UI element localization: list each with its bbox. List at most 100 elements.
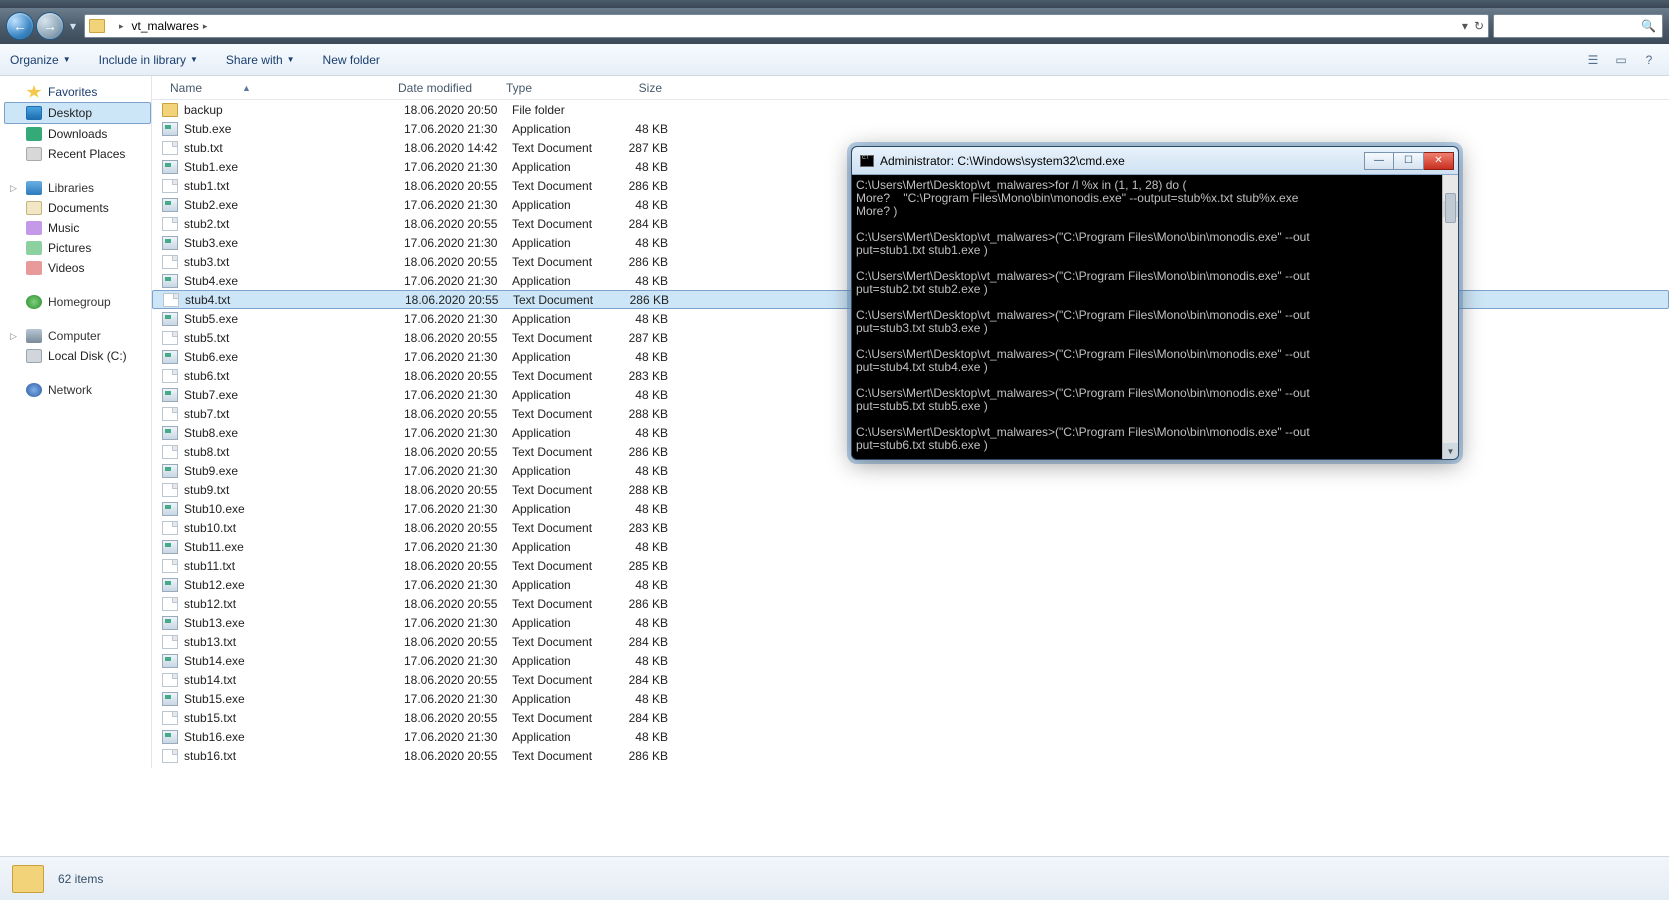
sidebar-item-recent-places[interactable]: Recent Places xyxy=(4,144,151,164)
col-name-label: Name xyxy=(170,81,202,95)
address-dropdown-icon[interactable]: ▾ xyxy=(1462,19,1468,33)
file-row[interactable]: backup18.06.2020 20:50File folder xyxy=(152,100,1669,119)
scroll-down-icon[interactable]: ▼ xyxy=(1443,443,1458,459)
txt-icon xyxy=(162,635,178,649)
nav-history-dropdown[interactable]: ▾ xyxy=(66,16,80,36)
txt-icon xyxy=(162,559,178,573)
minimize-button[interactable]: — xyxy=(1364,152,1394,170)
include-label: Include in library xyxy=(99,53,186,67)
file-date: 18.06.2020 20:55 xyxy=(396,217,504,231)
organize-button[interactable]: Organize▼ xyxy=(10,53,71,67)
sidebar-libraries-header[interactable]: ▷Libraries xyxy=(4,178,151,198)
cmd-title-text: Administrator: C:\Windows\system32\cmd.e… xyxy=(880,154,1125,168)
col-size[interactable]: Size xyxy=(606,81,670,95)
file-row[interactable]: stub9.txt18.06.2020 20:55Text Document28… xyxy=(152,480,1669,499)
file-row[interactable]: Stub12.exe17.06.2020 21:30Application48 … xyxy=(152,575,1669,594)
file-row[interactable]: Stub14.exe17.06.2020 21:30Application48 … xyxy=(152,651,1669,670)
sidebar-homegroup-header[interactable]: Homegroup xyxy=(4,292,151,312)
disk-icon xyxy=(26,349,42,363)
sidebar-item-videos[interactable]: Videos xyxy=(4,258,151,278)
file-type: File folder xyxy=(504,103,612,117)
file-type: Application xyxy=(504,198,612,212)
txt-icon xyxy=(162,483,178,497)
file-row[interactable]: stub10.txt18.06.2020 20:55Text Document2… xyxy=(152,518,1669,537)
file-size: 48 KB xyxy=(612,160,676,174)
refresh-icon[interactable]: ↻ xyxy=(1474,19,1484,33)
sidebar-item-local-disk[interactable]: Local Disk (C:) xyxy=(4,346,151,366)
file-size: 286 KB xyxy=(613,293,677,307)
back-button[interactable]: ← xyxy=(6,12,34,40)
file-row[interactable]: stub16.txt18.06.2020 20:55Text Document2… xyxy=(152,746,1669,765)
file-size: 48 KB xyxy=(612,616,676,630)
col-type[interactable]: Type xyxy=(498,81,606,95)
file-row[interactable]: Stub15.exe17.06.2020 21:30Application48 … xyxy=(152,689,1669,708)
cmd-scrollbar[interactable]: ▲ ▼ xyxy=(1442,175,1458,459)
file-size: 287 KB xyxy=(612,331,676,345)
dropdown-icon: ▼ xyxy=(190,55,198,64)
sidebar-item-pictures[interactable]: Pictures xyxy=(4,238,151,258)
file-type: Text Document xyxy=(504,673,612,687)
file-name: Stub9.exe xyxy=(184,464,396,478)
sidebar-item-music[interactable]: Music xyxy=(4,218,151,238)
file-size: 286 KB xyxy=(612,749,676,763)
desktop-icon xyxy=(26,106,42,120)
file-row[interactable]: stub11.txt18.06.2020 20:55Text Document2… xyxy=(152,556,1669,575)
file-size: 283 KB xyxy=(612,521,676,535)
file-name: Stub7.exe xyxy=(184,388,396,402)
exe-icon xyxy=(162,540,178,554)
file-size: 48 KB xyxy=(612,236,676,250)
cmd-window[interactable]: Administrator: C:\Windows\system32\cmd.e… xyxy=(851,146,1459,460)
file-size: 288 KB xyxy=(612,483,676,497)
preview-pane-icon[interactable]: ▭ xyxy=(1611,53,1631,67)
file-type: Application xyxy=(504,236,612,250)
exe-icon xyxy=(162,198,178,212)
maximize-button[interactable]: ☐ xyxy=(1394,152,1424,170)
new-folder-button[interactable]: New folder xyxy=(323,53,380,67)
file-name: stub8.txt xyxy=(184,445,396,459)
file-row[interactable]: Stub10.exe17.06.2020 21:30Application48 … xyxy=(152,499,1669,518)
close-button[interactable]: ✕ xyxy=(1424,152,1454,170)
breadcrumb-root[interactable]: ▸ xyxy=(111,15,128,37)
col-date[interactable]: Date modified xyxy=(390,81,498,95)
downloads-icon xyxy=(26,127,42,141)
file-date: 18.06.2020 20:55 xyxy=(396,407,504,421)
file-row[interactable]: Stub13.exe17.06.2020 21:30Application48 … xyxy=(152,613,1669,632)
search-box[interactable]: 🔍 xyxy=(1493,14,1663,38)
sidebar-item-downloads[interactable]: Downloads xyxy=(4,124,151,144)
sidebar-item-label: Local Disk (C:) xyxy=(48,349,127,363)
sidebar-item-label: Music xyxy=(48,221,79,235)
file-row[interactable]: Stub9.exe17.06.2020 21:30Application48 K… xyxy=(152,461,1669,480)
file-date: 17.06.2020 21:30 xyxy=(396,654,504,668)
col-name[interactable]: Name▲ xyxy=(162,81,390,95)
sidebar-computer-header[interactable]: ▷Computer xyxy=(4,326,151,346)
sidebar-favorites-header[interactable]: Favorites xyxy=(4,82,151,102)
sidebar-network-header[interactable]: Network xyxy=(4,380,151,400)
file-row[interactable]: stub15.txt18.06.2020 20:55Text Document2… xyxy=(152,708,1669,727)
file-name: Stub4.exe xyxy=(184,274,396,288)
file-date: 17.06.2020 21:30 xyxy=(396,540,504,554)
file-row[interactable]: Stub16.exe17.06.2020 21:30Application48 … xyxy=(152,727,1669,746)
scroll-thumb[interactable] xyxy=(1445,193,1456,223)
address-bar[interactable]: ▸ vt_malwares▸ ▾ ↻ xyxy=(84,14,1489,38)
sidebar-item-desktop[interactable]: Desktop xyxy=(4,102,151,124)
help-icon[interactable]: ? xyxy=(1639,53,1659,67)
view-options-icon[interactable]: ☰ xyxy=(1583,53,1603,67)
file-row[interactable]: Stub11.exe17.06.2020 21:30Application48 … xyxy=(152,537,1669,556)
share-with-button[interactable]: Share with▼ xyxy=(226,53,295,67)
include-in-library-button[interactable]: Include in library ▼ xyxy=(99,53,198,67)
cmd-output[interactable]: C:\Users\Mert\Desktop\vt_malwares>for /l… xyxy=(852,175,1458,459)
file-row[interactable]: Stub.exe17.06.2020 21:30Application48 KB xyxy=(152,119,1669,138)
breadcrumb-folder[interactable]: vt_malwares▸ xyxy=(128,15,212,37)
file-size: 284 KB xyxy=(612,217,676,231)
file-type: Application xyxy=(504,654,612,668)
cmd-titlebar[interactable]: Administrator: C:\Windows\system32\cmd.e… xyxy=(852,147,1458,175)
file-row[interactable]: stub13.txt18.06.2020 20:55Text Document2… xyxy=(152,632,1669,651)
forward-button[interactable]: → xyxy=(36,12,64,40)
sidebar-item-label: Recent Places xyxy=(48,147,125,161)
file-name: stub.txt xyxy=(184,141,396,155)
file-size: 286 KB xyxy=(612,255,676,269)
file-row[interactable]: stub12.txt18.06.2020 20:55Text Document2… xyxy=(152,594,1669,613)
file-row[interactable]: stub14.txt18.06.2020 20:55Text Document2… xyxy=(152,670,1669,689)
file-name: Stub10.exe xyxy=(184,502,396,516)
sidebar-item-documents[interactable]: Documents xyxy=(4,198,151,218)
